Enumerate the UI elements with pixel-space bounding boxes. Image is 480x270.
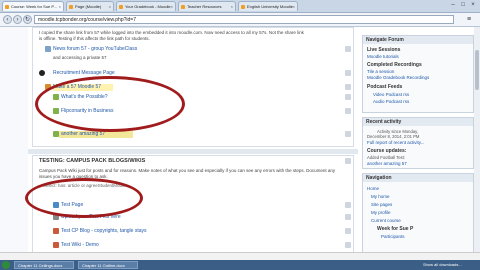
close-tab-icon[interactable]: × [59, 2, 61, 11]
nav-link-course[interactable]: Week for Sue P [377, 226, 413, 232]
edit-icon[interactable] [345, 94, 351, 100]
maximize-window-icon[interactable]: □ [458, 1, 468, 9]
close-tab-icon[interactable]: × [171, 2, 173, 11]
block-link[interactable]: Moodle tutorials [367, 54, 399, 59]
download-item[interactable]: Chapter 11 Ceilings.docx [14, 261, 74, 269]
block-text: December 8, 2014, 2:01 PM [367, 134, 420, 139]
download-item[interactable]: Chapter 11 Outline.docx [78, 261, 138, 269]
browser-menu-icon[interactable]: ≡ [464, 15, 474, 24]
reload-icon[interactable]: ↻ [23, 15, 32, 24]
annotation-ellipse [25, 178, 143, 218]
browser-tab[interactable]: Course: Week for Sue P... × [2, 1, 64, 11]
show-all-downloads-link[interactable]: Show all downloads... [420, 261, 478, 269]
browser-tab-bar: Course: Week for Sue P... × Page (Moodle)… [0, 0, 480, 13]
edit-icon[interactable] [345, 108, 351, 114]
browser-tab[interactable]: Teacher Resources × [178, 1, 236, 11]
nav-link-participants[interactable]: Participants [381, 234, 405, 239]
activity-description: and accessing a private 57 [53, 55, 107, 60]
edit-icon[interactable] [345, 70, 351, 76]
activity-link[interactable]: another amazing 57 [61, 131, 105, 137]
os-taskbar: Chapter 11 Ceilings.docx Chapter 11 Outl… [0, 260, 480, 270]
course-main-column: I copied the share link from 57 while lo… [25, 27, 358, 260]
moodle-favicon-icon [241, 5, 245, 9]
nav-link-current-course[interactable]: Current course [371, 218, 401, 223]
section-title: TESTING: CAMPUS PACK BLOGS/WIKIS [39, 158, 146, 164]
close-tab-icon[interactable]: × [293, 2, 295, 11]
section-divider [28, 149, 358, 154]
course-section-testing: TESTING: CAMPUS PACK BLOGS/WIKIS Campus … [25, 155, 354, 260]
edit-icon[interactable] [345, 84, 351, 90]
block-heading: Course updates: [367, 148, 407, 154]
section-summary-text: is offline. Testing if this affects the … [39, 36, 150, 41]
address-bar-input[interactable]: moodle.tcpbonder.org/course/view.php?id=… [34, 15, 454, 24]
edit-icon[interactable] [345, 242, 351, 248]
forward-arrow-icon[interactable]: › [13, 15, 22, 24]
activity-link[interactable]: Test CP Blog - copyrights, tangle stays [61, 228, 147, 234]
right-sidebar: Navigate Forum Live Sessions Moodle tuto… [362, 27, 474, 260]
block-link[interactable]: another amazing 57 [367, 161, 407, 166]
sidebar-block-navigation: Navigation Home My home Site pages My pr… [362, 173, 474, 259]
section-summary-text: Campus Pack Wiki just for posts and for … [39, 168, 336, 173]
wiki-icon [53, 242, 59, 248]
activity-link[interactable]: News forum 57 - group YouTubeClass [53, 46, 137, 52]
forum-icon [45, 46, 51, 52]
block-link[interactable]: Moodle Gradebook Recordings [367, 75, 429, 80]
course-section-week: I copied the share link from 57 while lo… [32, 27, 354, 147]
back-arrow-icon[interactable]: ‹ [3, 15, 12, 24]
block-heading: Live Sessions [367, 47, 401, 53]
edit-icon[interactable] [345, 158, 351, 164]
block-heading: Podcast Feeds [367, 84, 403, 90]
nav-link-my-home[interactable]: My home [371, 194, 390, 199]
browser-tab[interactable]: Page (Moodle) × [66, 1, 114, 11]
section-summary-text: I copied the share link from 57 while lo… [39, 30, 304, 35]
block-link[interactable]: Tile a session [367, 69, 394, 74]
moodle-favicon-icon [69, 5, 73, 9]
edit-icon[interactable] [345, 214, 351, 220]
close-tab-icon[interactable]: × [109, 2, 111, 11]
close-tab-icon[interactable]: × [231, 2, 233, 11]
sidebar-block-forum: Navigate Forum Live Sessions Moodle tuto… [362, 35, 474, 113]
start-button-icon[interactable] [2, 261, 10, 269]
block-text: Added Football Test: [367, 155, 406, 160]
block-link[interactable]: Full report of recent activity... [367, 140, 424, 145]
moodle-favicon-icon [181, 5, 185, 9]
browser-tab[interactable]: Your Gradebook - Moodle × [116, 1, 176, 11]
annotation-ellipse [35, 76, 185, 132]
edit-icon[interactable] [345, 131, 351, 137]
scrollbar-thumb[interactable] [475, 50, 479, 90]
minimize-window-icon[interactable]: – [448, 1, 458, 9]
moodle-logo-icon [39, 70, 45, 76]
moodle-favicon-icon [119, 5, 123, 9]
block-title: Navigate Forum [363, 36, 473, 44]
block-heading: Completed Recordings [367, 62, 422, 68]
blog-icon [53, 228, 59, 234]
edit-icon[interactable] [345, 46, 351, 52]
nav-link-my-profile[interactable]: My profile [371, 210, 391, 215]
nav-link-site-pages[interactable]: Site pages [371, 202, 392, 207]
link-icon [53, 131, 59, 137]
left-margin [0, 27, 28, 260]
block-title: Navigation [363, 174, 473, 182]
browser-tab[interactable]: English University Moodle × [238, 1, 298, 11]
sidebar-block-recent-activity: Recent activity Activity since Monday, D… [362, 117, 474, 169]
close-window-icon[interactable]: × [468, 1, 478, 9]
nav-link-home[interactable]: Home [367, 186, 379, 191]
browser-toolbar: ‹ › ↻ moodle.tcpbonder.org/course/view.p… [0, 13, 480, 27]
edit-icon[interactable] [345, 228, 351, 234]
moodle-favicon-icon [5, 5, 9, 9]
block-link[interactable]: Video Podcast rss [373, 92, 409, 97]
block-link[interactable]: Audio Podcast rss [373, 99, 409, 104]
activity-link[interactable]: Test Wiki - Demo [61, 242, 99, 248]
block-title: Recent activity [363, 118, 473, 126]
edit-icon[interactable] [345, 202, 351, 208]
